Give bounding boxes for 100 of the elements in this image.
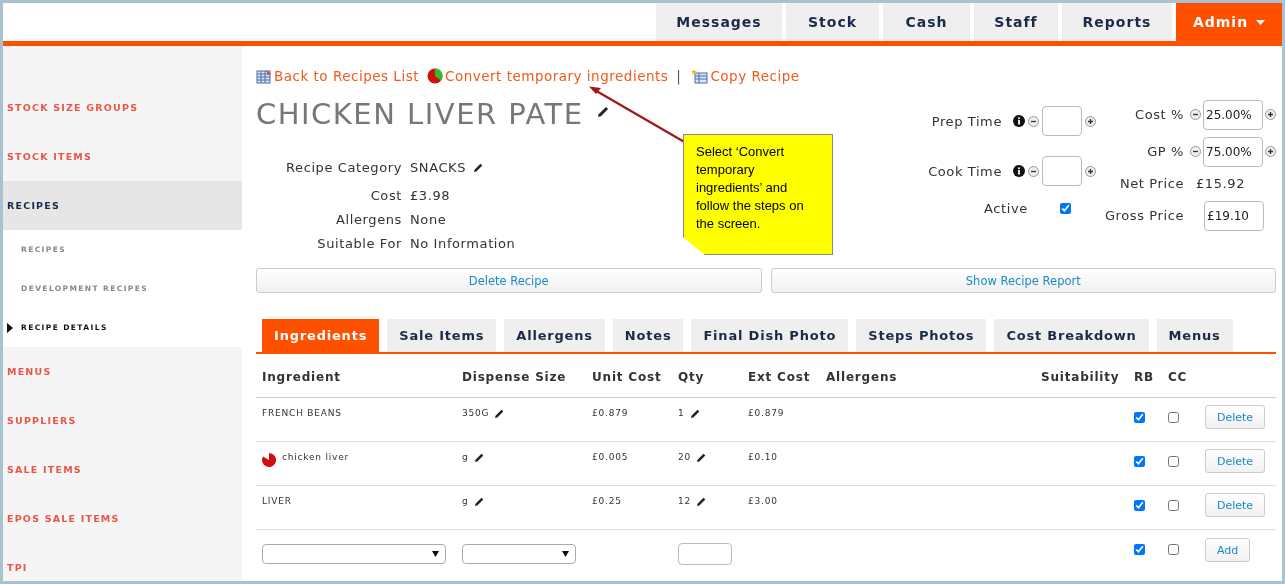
tab[interactable]: Allergens	[504, 319, 605, 352]
tab[interactable]: Menus	[1156, 319, 1233, 352]
pencil-icon[interactable]	[495, 409, 505, 418]
link[interactable]: Back to Recipes List	[274, 68, 419, 84]
field-label: Cost %	[1134, 107, 1184, 122]
nav-tab[interactable]: Cash	[883, 3, 970, 41]
column-header: Qty	[678, 370, 706, 384]
delete-button[interactable]: Delete	[1205, 493, 1266, 517]
link[interactable]: Convert temporary ingredients	[444, 68, 669, 84]
pencil-icon[interactable]	[474, 497, 484, 506]
percent-input[interactable]: 25.00%	[1203, 99, 1263, 130]
time-input[interactable]	[1042, 106, 1082, 136]
qty-input[interactable]	[678, 543, 732, 565]
nav-tab[interactable]: Admin	[1176, 3, 1282, 41]
table-cell: £0.005	[592, 452, 629, 462]
tab[interactable]: Sale Items	[387, 319, 497, 352]
field-label: Cost	[369, 187, 402, 203]
table-cell: g	[462, 452, 469, 462]
tab[interactable]: Cost Breakdown	[994, 319, 1149, 352]
field-value: SNACKS	[410, 159, 467, 175]
info-icon[interactable]	[1013, 115, 1025, 127]
nav-tab[interactable]: Reports	[1062, 3, 1172, 41]
rb-checkbox[interactable]	[1134, 456, 1145, 467]
field-label: GP %	[1146, 144, 1184, 159]
field-value: No Information	[410, 235, 516, 251]
tab[interactable]: Ingredients	[262, 319, 380, 352]
action-button[interactable]: Show Recipe Report	[770, 268, 1276, 293]
field-label: Net Price	[1118, 175, 1184, 191]
plus-icon[interactable]	[1265, 146, 1276, 157]
cc-checkbox[interactable]	[1168, 544, 1179, 555]
sidebar-item[interactable]: RECIPES	[7, 200, 60, 211]
sidebar-item[interactable]: STOCK SIZE GROUPS	[7, 102, 139, 113]
table-cell: 350G	[462, 408, 490, 418]
field-label: Active	[984, 200, 1028, 216]
pencil-icon[interactable]	[697, 453, 707, 462]
table-cell: 12	[678, 496, 692, 506]
plus-icon[interactable]	[1265, 109, 1276, 120]
tab[interactable]: Steps Photos	[856, 319, 987, 352]
nav-tab[interactable]: Messages	[656, 3, 782, 41]
minus-icon[interactable]	[1028, 165, 1039, 177]
column-header: Dispense Size	[462, 370, 568, 384]
pencil-icon[interactable]	[697, 497, 707, 506]
table-cell: £0.879	[592, 408, 629, 418]
column-header: Ext Cost	[748, 370, 812, 384]
caret-icon	[562, 551, 569, 557]
sidebar-item[interactable]: SALE ITEMS	[7, 464, 82, 475]
action-button[interactable]: Delete Recipe	[256, 268, 762, 293]
field-label: Suitable For	[316, 235, 402, 251]
rb-checkbox[interactable]	[1134, 412, 1145, 423]
plus-icon[interactable]	[1085, 165, 1096, 177]
table-cell: £0.10	[748, 452, 778, 462]
pencil-icon[interactable]	[474, 453, 484, 462]
minus-icon[interactable]	[1190, 146, 1201, 157]
pie-icon	[426, 68, 443, 84]
tab[interactable]: Final Dish Photo	[691, 319, 849, 352]
pointer-icon	[7, 322, 13, 333]
copy-icon	[691, 68, 709, 84]
active-checkbox[interactable]	[1059, 202, 1071, 214]
nav-tab[interactable]: Stock	[786, 3, 879, 41]
pencil-icon[interactable]	[690, 409, 700, 418]
caret-icon	[432, 551, 439, 557]
recipe-title: CHICKEN LIVER PATE	[256, 97, 584, 131]
separator: |	[676, 68, 682, 84]
price-value: £15.92	[1196, 175, 1246, 191]
minus-icon[interactable]	[1190, 109, 1201, 120]
column-header: Suitability	[1041, 370, 1121, 384]
field-label: Allergens	[335, 211, 402, 227]
table-cell: LIVER	[262, 496, 292, 506]
table-cell: £3.00	[748, 496, 778, 506]
cc-checkbox[interactable]	[1168, 456, 1179, 467]
table-cell: FRENCH BEANS	[262, 408, 342, 418]
cc-checkbox[interactable]	[1168, 412, 1179, 423]
sidebar-item[interactable]: SUPPLIERS	[7, 415, 77, 426]
add-button[interactable]: Add	[1205, 538, 1251, 562]
pencil-icon[interactable]	[597, 105, 609, 117]
table-cell: 20	[678, 452, 692, 462]
rb-checkbox[interactable]	[1134, 544, 1145, 555]
table-icon	[256, 68, 272, 84]
sidebar-item[interactable]: EPOS SALE ITEMS	[7, 513, 120, 524]
pencil-icon[interactable]	[474, 162, 484, 172]
column-header: Unit Cost	[592, 370, 663, 384]
delete-button[interactable]: Delete	[1205, 449, 1266, 473]
nav-tab[interactable]: Staff	[974, 3, 1058, 41]
sidebar-item[interactable]: STOCK ITEMS	[7, 151, 93, 162]
tab[interactable]: Notes	[612, 319, 684, 352]
time-input[interactable]	[1042, 156, 1082, 186]
rb-checkbox[interactable]	[1134, 500, 1145, 511]
field-value: None	[410, 211, 447, 227]
link[interactable]: Copy Recipe	[710, 68, 800, 84]
field-value: £3.98	[410, 187, 451, 203]
sidebar-item[interactable]: TPI	[7, 562, 28, 573]
field-label: Recipe Category	[285, 159, 402, 175]
info-icon[interactable]	[1013, 165, 1025, 177]
price-input[interactable]: £19.10	[1204, 200, 1264, 231]
minus-icon[interactable]	[1028, 115, 1039, 127]
percent-input[interactable]: 75.00%	[1203, 136, 1263, 167]
cc-checkbox[interactable]	[1168, 500, 1179, 511]
sidebar-item[interactable]: MENUS	[7, 366, 52, 377]
delete-button[interactable]: Delete	[1205, 405, 1266, 429]
plus-icon[interactable]	[1085, 115, 1096, 127]
